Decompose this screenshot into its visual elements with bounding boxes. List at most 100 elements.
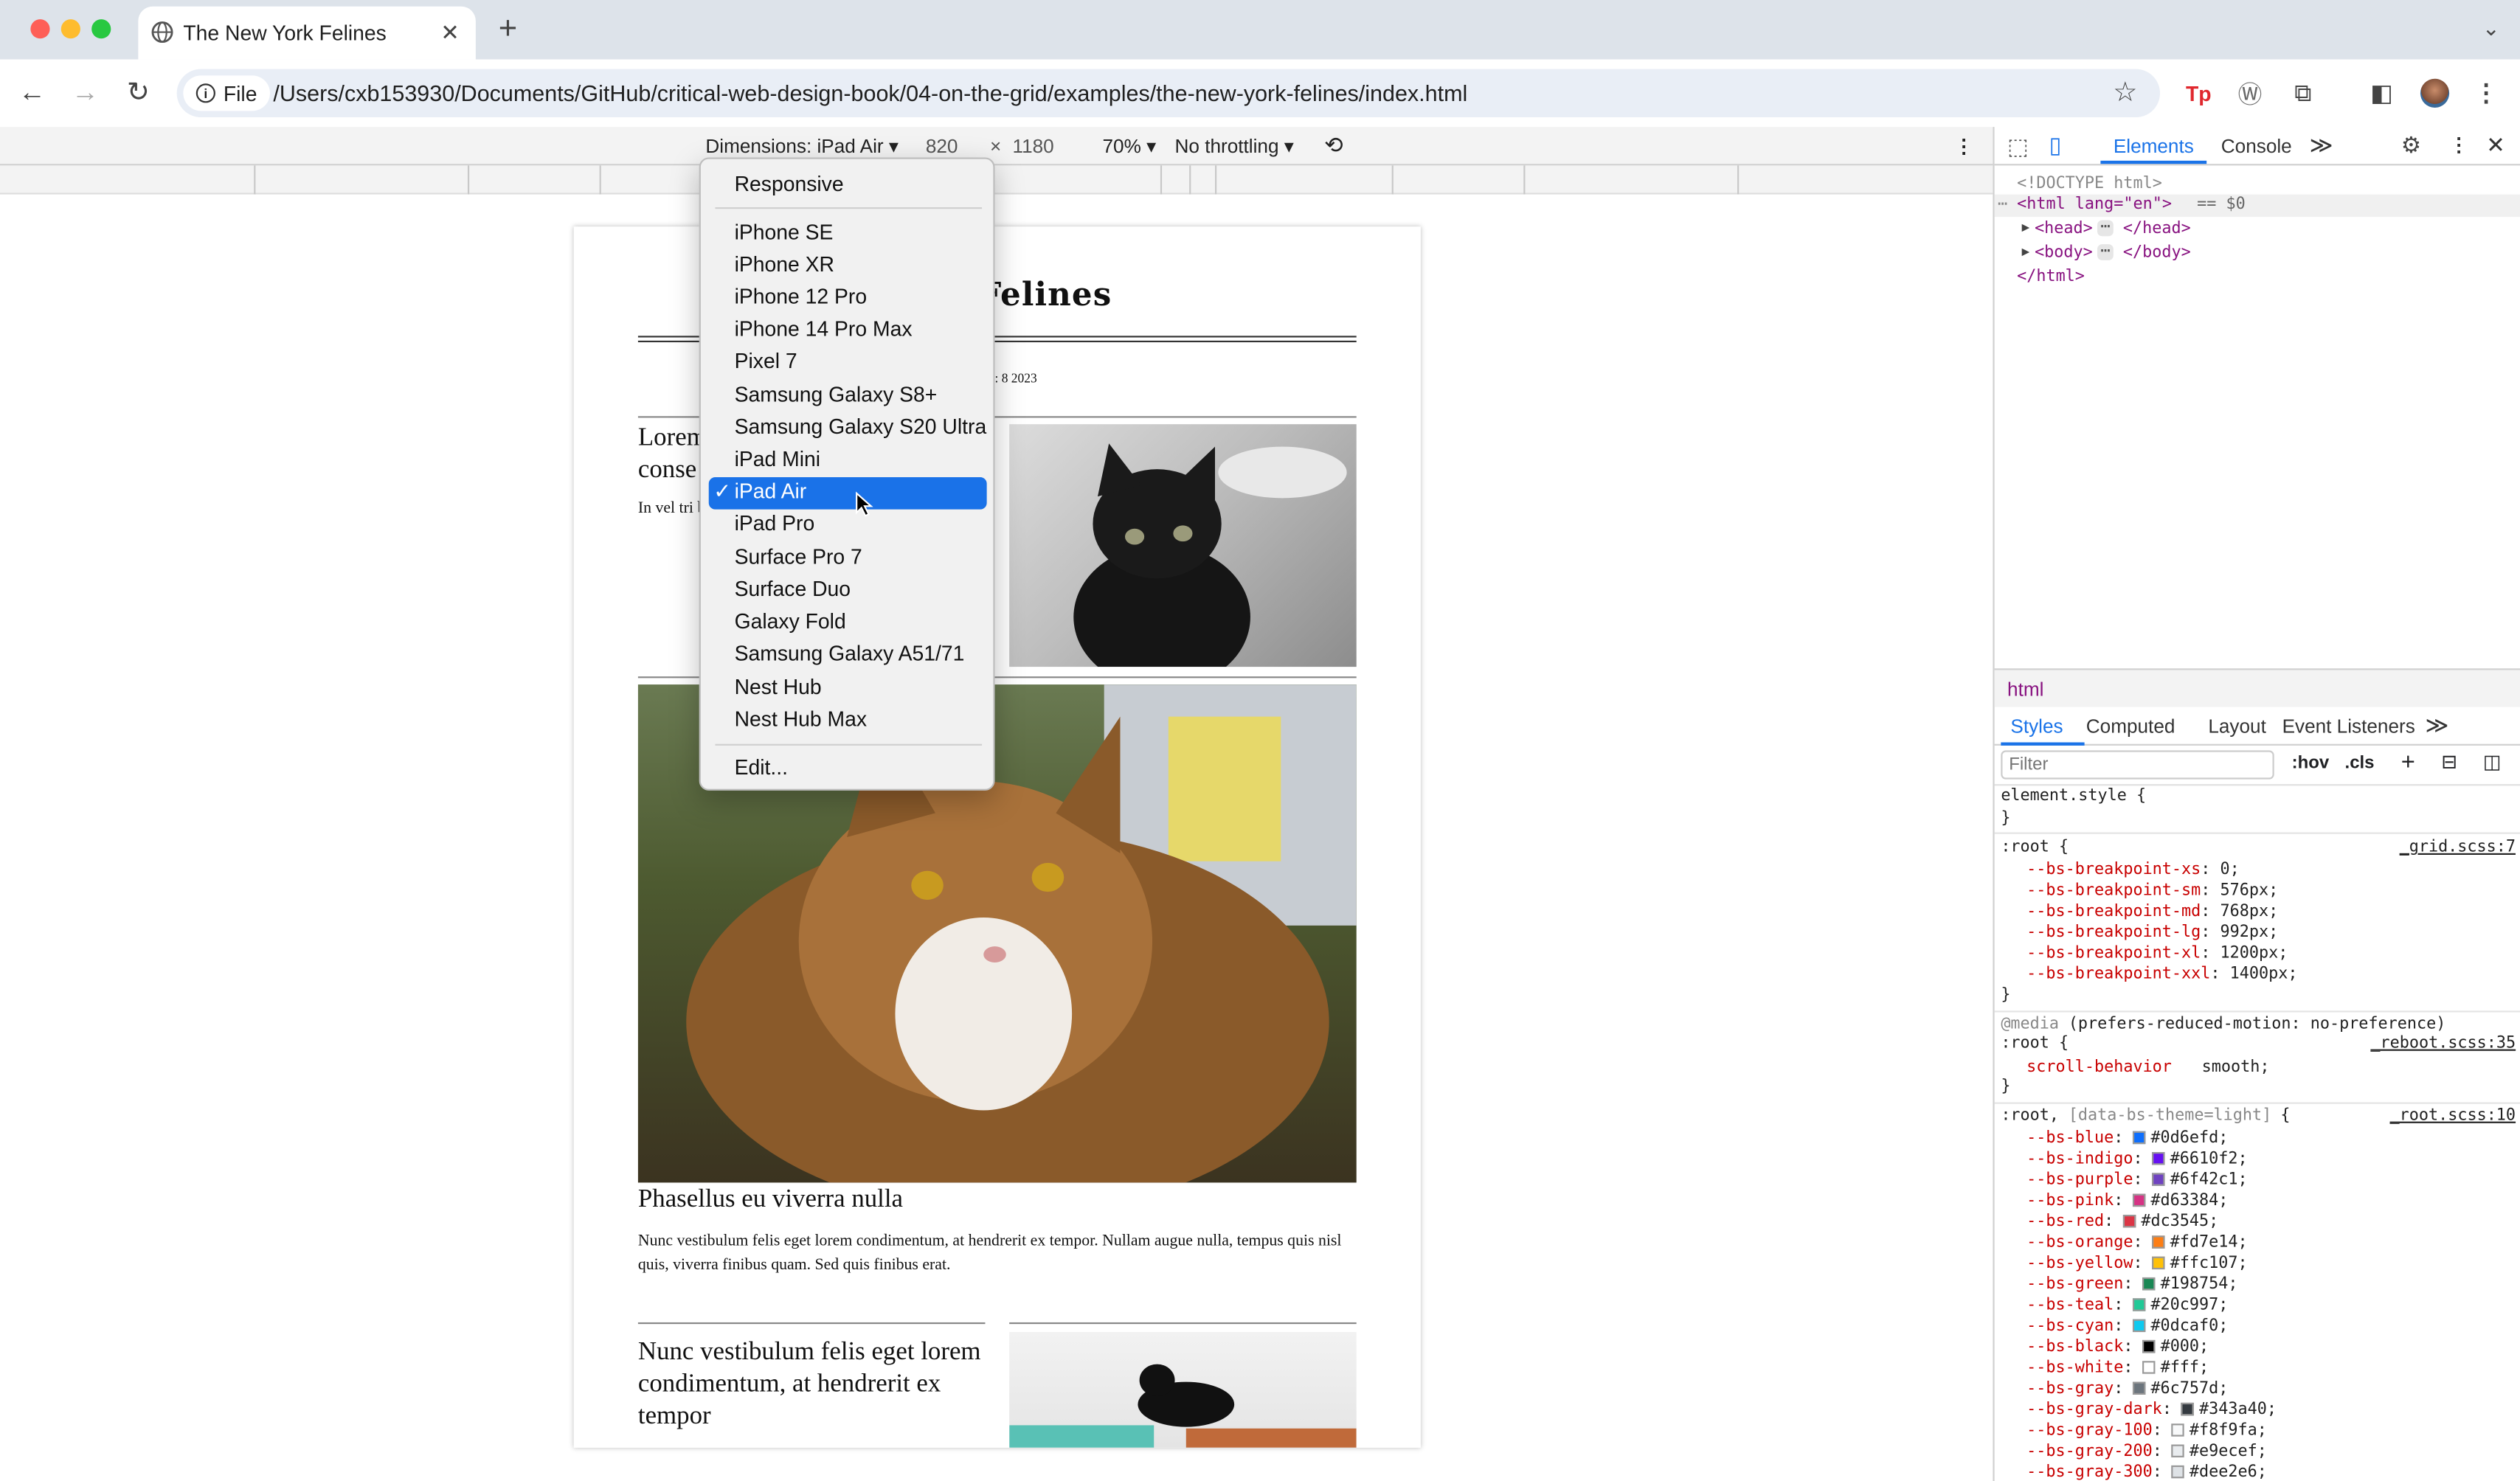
menu-item-ipad-pro[interactable]: iPad Pro <box>735 511 815 535</box>
color-swatch-icon[interactable] <box>2133 1381 2146 1395</box>
css-property-row[interactable]: --bs-indigo: #6610f2; <box>2026 1151 2247 1168</box>
css-property-name[interactable]: --bs-gray-300 <box>2026 1464 2153 1481</box>
css-property-row[interactable]: --bs-yellow: #ffc107; <box>2026 1255 2247 1272</box>
menu-item-ipad-mini[interactable]: iPad Mini <box>735 447 820 471</box>
height-field[interactable]: 1180 <box>1012 135 1053 157</box>
css-property-name[interactable]: --bs-breakpoint-sm <box>2026 882 2201 900</box>
css-property-row[interactable]: --bs-gray-200: #e9ecef; <box>2026 1443 2267 1460</box>
styles-filter-input[interactable] <box>2001 750 2274 780</box>
bookmark-star-icon[interactable]: ☆ <box>2113 77 2137 110</box>
color-swatch-icon[interactable] <box>2142 1339 2156 1353</box>
inspect-element-icon[interactable]: ⬚ <box>2007 133 2029 161</box>
color-swatch-icon[interactable] <box>2142 1277 2156 1291</box>
color-swatch-icon[interactable] <box>2171 1444 2185 1457</box>
css-property-value[interactable]: #000; <box>2161 1339 2209 1356</box>
menu-item-nest-hub[interactable]: Nest Hub <box>735 675 822 699</box>
css-property-name[interactable]: --bs-breakpoint-lg <box>2026 924 2201 942</box>
css-property-name[interactable]: --bs-black <box>2026 1339 2123 1356</box>
css-property-value[interactable]: #343a40; <box>2199 1401 2277 1419</box>
color-swatch-icon[interactable] <box>2181 1402 2195 1416</box>
css-property-value[interactable]: #6610f2; <box>2170 1151 2248 1168</box>
css-property-name[interactable]: --bs-pink <box>2026 1192 2114 1210</box>
css-property-row[interactable]: --bs-black: #000; <box>2026 1339 2209 1356</box>
back-arrow-icon[interactable]: ← <box>13 74 51 112</box>
css-property-value[interactable]: 1400px; <box>2230 965 2298 983</box>
grid-rule-selector[interactable]: :root { <box>2001 839 2069 856</box>
dom-collapsed-ellipsis[interactable]: ⋯ <box>2097 219 2114 237</box>
css-property-value[interactable]: 1200px; <box>2220 945 2288 963</box>
color-swatch-icon[interactable] <box>2133 1298 2146 1311</box>
dom-body-close[interactable]: </body> <box>2123 244 2191 262</box>
css-property-row[interactable]: --bs-gray-dark: #343a40; <box>2026 1401 2277 1419</box>
color-swatch-icon[interactable] <box>2152 1256 2166 1270</box>
browser-tab[interactable]: The New York Felines ✕ <box>138 6 476 60</box>
menu-item-iphone-12-pro[interactable]: iPhone 12 Pro <box>735 285 868 309</box>
grid-rule-source-link[interactable]: _grid.scss:7 <box>2400 839 2516 856</box>
css-property-row[interactable]: --bs-breakpoint-xl: 1200px; <box>2026 945 2288 963</box>
css-property-row[interactable]: --bs-purple: #6f42c1; <box>2026 1171 2247 1189</box>
css-property-row[interactable]: --bs-pink: #d63384; <box>2026 1192 2228 1210</box>
dom-doctype[interactable]: <!DOCTYPE html> <box>2017 175 2162 193</box>
css-property-row[interactable]: --bs-red: #dc3545; <box>2026 1213 2218 1231</box>
color-swatch-icon[interactable] <box>2123 1214 2136 1228</box>
css-property-value[interactable]: #6f42c1; <box>2170 1171 2248 1189</box>
css-property-name[interactable]: --bs-white <box>2026 1359 2123 1377</box>
device-toggle-icon[interactable]: ▯ <box>2049 132 2062 159</box>
reload-icon[interactable]: ↻ <box>119 74 157 112</box>
css-property-value[interactable]: #6c757d; <box>2150 1380 2228 1398</box>
reboot-rule-source-link[interactable]: _reboot.scss:35 <box>2370 1035 2516 1052</box>
more-tabs-icon[interactable]: ≫ <box>2425 712 2448 739</box>
tab-elements[interactable]: Elements <box>2114 135 2194 157</box>
css-property-name[interactable]: --bs-red <box>2026 1213 2104 1231</box>
tab-styles[interactable]: Styles <box>2010 715 2063 737</box>
menu-item-galaxy-s8-plus[interactable]: Samsung Galaxy S8+ <box>735 382 938 406</box>
dom-head-close[interactable]: </head> <box>2123 220 2191 237</box>
close-devtools-icon[interactable]: ✕ <box>2486 132 2505 159</box>
paint-brush-icon[interactable]: ⊟ <box>2441 750 2457 773</box>
css-property-name[interactable]: --bs-gray-100 <box>2026 1422 2153 1440</box>
devtools-menu-icon[interactable]: ⋮ <box>2449 133 2468 156</box>
css-property-row[interactable]: --bs-breakpoint-lg: 992px; <box>2026 924 2278 942</box>
element-style-selector[interactable]: element.style { <box>2001 787 2146 805</box>
forward-arrow-icon[interactable]: → <box>66 74 104 112</box>
css-property-row[interactable]: --bs-gray: #6c757d; <box>2026 1380 2228 1398</box>
settings-gear-icon[interactable]: ⚙ <box>2401 132 2421 159</box>
css-property-name[interactable]: --bs-gray-dark <box>2026 1401 2162 1419</box>
css-property-value[interactable]: #fff; <box>2161 1359 2209 1377</box>
zoom-dropdown[interactable]: 70% ▾ <box>1102 135 1156 157</box>
css-property-value[interactable]: #e9ecef; <box>2190 1443 2267 1460</box>
css-property-name[interactable]: --bs-blue <box>2026 1130 2114 1148</box>
css-property-name[interactable]: --bs-breakpoint-md <box>2026 903 2201 920</box>
menu-item-iphone-14-pro-max[interactable]: iPhone 14 Pro Max <box>735 316 913 341</box>
css-property-row[interactable]: --bs-green: #198754; <box>2026 1276 2237 1294</box>
css-property-name[interactable]: --bs-green <box>2026 1276 2123 1294</box>
minimize-window-button[interactable] <box>60 19 80 39</box>
dimensions-dropdown[interactable]: Dimensions: iPad Air ▾ <box>705 135 899 157</box>
css-property-value[interactable]: #fd7e14; <box>2170 1234 2248 1252</box>
css-property-value[interactable]: #f8f9fa; <box>2190 1422 2267 1440</box>
css-property-name[interactable]: --bs-indigo <box>2026 1151 2133 1168</box>
dom-head[interactable]: <head> <box>2035 220 2093 237</box>
css-property-row[interactable]: --bs-breakpoint-sm: 576px; <box>2026 882 2278 900</box>
css-property-value[interactable]: 992px; <box>2220 924 2279 942</box>
color-swatch-icon[interactable] <box>2142 1361 2156 1374</box>
hover-state-toggle[interactable]: :hov <box>2292 754 2330 773</box>
css-property-name[interactable]: --bs-breakpoint-xxl <box>2026 965 2210 983</box>
dom-html-close[interactable]: </html> <box>2017 268 2085 286</box>
site-info-chip[interactable]: i File <box>183 75 270 111</box>
css-property-value[interactable]: #20c997; <box>2150 1297 2228 1314</box>
tab-layout[interactable]: Layout <box>2208 715 2265 737</box>
more-tabs-icon[interactable]: ≫ <box>2310 132 2333 159</box>
css-property-row[interactable]: --bs-teal: #20c997; <box>2026 1297 2228 1314</box>
new-tab-button[interactable]: + <box>488 10 527 48</box>
css-property-value[interactable]: #d63384; <box>2150 1192 2228 1210</box>
css-property-value[interactable]: #ffc107; <box>2170 1255 2248 1272</box>
css-property-name[interactable]: --bs-breakpoint-xl <box>2026 945 2201 963</box>
close-window-button[interactable] <box>30 19 50 39</box>
menu-item-galaxy-a51-71[interactable]: Samsung Galaxy A51/71 <box>735 641 965 665</box>
browser-menu-icon[interactable]: ⋮ <box>2467 74 2505 112</box>
css-property-name[interactable]: --bs-breakpoint-xs <box>2026 861 2201 879</box>
css-property-row[interactable]: --bs-orange: #fd7e14; <box>2026 1234 2247 1252</box>
expand-triangle-icon[interactable]: ▶ <box>2022 220 2030 235</box>
css-property-value[interactable]: 768px; <box>2220 903 2279 920</box>
